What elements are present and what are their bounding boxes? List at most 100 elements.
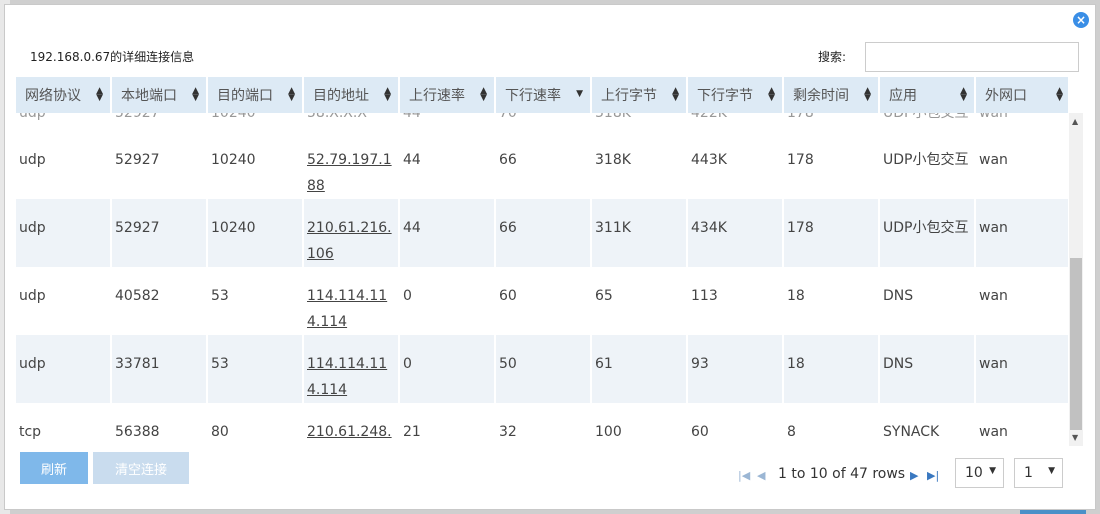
table-cell: 434K xyxy=(688,199,782,267)
refresh-button[interactable]: 刷新 xyxy=(20,452,88,484)
column-header-label: 外网口 xyxy=(985,88,1027,104)
pagination-info: 1 to 10 of 47 rows xyxy=(778,466,906,482)
table-cell: udp xyxy=(19,288,46,304)
table-row[interactable]: udp 40582 53 114.114.114.114 0 60 65 113 18 DNS wa… xyxy=(16,267,1068,335)
table-row[interactable]: udp 33781 53 114.114.114.114 0 50 61 93 18 DNS wan xyxy=(16,335,1068,403)
table-cell: udp xyxy=(16,335,110,403)
table-cell: 443K xyxy=(691,152,727,168)
table-cell: 93 xyxy=(688,335,782,403)
table-cell: 56388 xyxy=(115,424,160,440)
destination-address-link[interactable]: 210.61.248.232 xyxy=(304,403,398,445)
sort-icon: ▲ ▼ xyxy=(384,86,391,103)
table-cell: 40582 xyxy=(115,288,160,304)
sort-icon: ▲ ▼ xyxy=(288,86,295,103)
table-cell: 113 xyxy=(691,288,718,304)
table-cell: 58.X.X.X xyxy=(307,113,367,121)
search-label: 搜索: xyxy=(818,50,847,64)
sort-icon: ▲ ▼ xyxy=(864,86,871,103)
column-header[interactable]: 应用 ▲ ▼ xyxy=(880,77,974,113)
table-cell: 8 xyxy=(787,424,796,440)
table-cell: wan xyxy=(979,424,1008,440)
clear-connections-button[interactable]: 清空连接 xyxy=(93,452,189,484)
column-header-label: 目的地址 xyxy=(313,88,369,104)
sort-icon: ▲ ▼ xyxy=(192,86,199,103)
sort-icon: ▲ ▼ xyxy=(96,86,103,103)
table-row[interactable]: udp 52927 10240 210.61.216.106 44 66 311K 434K 1… xyxy=(16,199,1068,267)
destination-address-link[interactable]: 52.79.197.188 xyxy=(304,131,398,199)
column-header-label: 下行速率 xyxy=(505,88,561,104)
column-header[interactable]: 本地端口 ▲ ▼ xyxy=(112,77,206,113)
table-cell: 44 xyxy=(400,199,494,267)
destination-address-link[interactable]: 114.114.114.114 xyxy=(304,267,398,335)
column-header[interactable]: 下行速率 ▼ xyxy=(496,77,590,113)
scrollbar-thumb[interactable] xyxy=(1070,258,1082,430)
table-cell: 80 xyxy=(211,424,229,440)
table-cell: 70 xyxy=(499,113,517,121)
scroll-down-icon[interactable]: ▼ xyxy=(1072,433,1078,442)
destination-address-link[interactable]: 210.61.216.106 xyxy=(304,199,398,267)
table-cell: 100 xyxy=(595,424,622,440)
column-header[interactable]: 目的端口 ▲ ▼ xyxy=(208,77,302,113)
page-size-value: 10 xyxy=(965,465,983,481)
table-cell: 178 xyxy=(784,199,878,267)
page-number-select[interactable]: 1 ▼ xyxy=(1014,458,1063,488)
table-cell: 422K xyxy=(691,113,727,121)
chevron-down-icon: ▼ xyxy=(989,466,996,476)
column-header-label: 上行速率 xyxy=(409,88,465,104)
table-row[interactable]: udp 52927 10240 52.79.197.188 44 66 318K 443K 17… xyxy=(16,131,1068,199)
table-cell: wan xyxy=(979,152,1008,168)
sort-icon: ▲ ▼ xyxy=(768,86,775,103)
table-cell: 65 xyxy=(595,288,613,304)
table-cell: SYNACK xyxy=(883,424,940,440)
column-header[interactable]: 上行速率 ▲ ▼ xyxy=(400,77,494,113)
table-cell: 50 xyxy=(496,335,590,403)
table-cell: 10240 xyxy=(208,199,302,267)
connections-table: 网络协议 ▲ ▼ 本地端口 ▲ ▼ 目的端口 ▲ ▼ 目的地址 ▲ ▼ 上行速率 ▲ ▼ 下行速率 ▼ 上行字节 ▲… xyxy=(16,77,1068,445)
table-cell: 44 xyxy=(403,152,421,168)
column-header[interactable]: 下行字节 ▲ ▼ xyxy=(688,77,782,113)
table-cell: 318K xyxy=(595,152,631,168)
table-cell: udp xyxy=(19,152,46,168)
column-header[interactable]: 上行字节 ▲ ▼ xyxy=(592,77,686,113)
table-cell: 66 xyxy=(499,152,517,168)
page-size-select[interactable]: 10 ▼ xyxy=(955,458,1004,488)
chevron-down-icon: ▼ xyxy=(1048,466,1055,476)
table-cell: 18 xyxy=(787,288,805,304)
destination-address-link[interactable]: 114.114.114.114 xyxy=(304,335,398,403)
table-cell: 0 xyxy=(403,288,412,304)
table-cell: 53 xyxy=(208,335,302,403)
close-icon[interactable]: × xyxy=(1073,12,1089,28)
column-header-label: 剩余时间 xyxy=(793,88,849,104)
table-cell: 33781 xyxy=(112,335,206,403)
table-cell: 21 xyxy=(403,424,421,440)
first-page-icon[interactable]: |◀ xyxy=(738,469,750,482)
sort-icon: ▲ ▼ xyxy=(960,86,967,103)
column-header-label: 下行字节 xyxy=(697,88,753,104)
prev-page-icon[interactable]: ◀ xyxy=(757,469,765,482)
table-cell: wan xyxy=(976,335,1068,403)
table-cell: 52927 xyxy=(115,152,160,168)
table-cell: 60 xyxy=(691,424,709,440)
table-cell: 52927 xyxy=(112,199,206,267)
column-header[interactable]: 网络协议 ▲ ▼ xyxy=(16,77,110,113)
search-input[interactable] xyxy=(865,42,1079,72)
scroll-up-icon[interactable]: ▲ xyxy=(1072,117,1078,126)
column-header[interactable]: 目的地址 ▲ ▼ xyxy=(304,77,398,113)
table-row[interactable]: tcp 56388 80 210.61.248.232 21 32 100 60 8 SYNACK… xyxy=(16,403,1068,445)
table-cell: 10240 xyxy=(211,113,256,121)
table-cell: 0 xyxy=(400,335,494,403)
table-cell: udp xyxy=(19,113,46,121)
table-cell: UDP小包交互 xyxy=(880,199,974,267)
column-header-label: 上行字节 xyxy=(601,88,657,104)
column-header[interactable]: 外网口 ▲ ▼ xyxy=(976,77,1068,113)
table-scrollbar[interactable]: ▲ ▼ xyxy=(1069,113,1083,446)
next-page-icon[interactable]: ▶ xyxy=(910,469,918,482)
column-header[interactable]: 剩余时间 ▲ ▼ xyxy=(784,77,878,113)
table-cell: DNS xyxy=(883,288,914,304)
table-cell: wan xyxy=(976,199,1068,267)
table-cell: wan xyxy=(979,113,1008,121)
table-cell: 52927 xyxy=(115,113,160,121)
column-header-label: 本地端口 xyxy=(121,88,177,104)
last-page-icon[interactable]: ▶| xyxy=(927,469,939,482)
column-header-label: 应用 xyxy=(889,88,917,104)
